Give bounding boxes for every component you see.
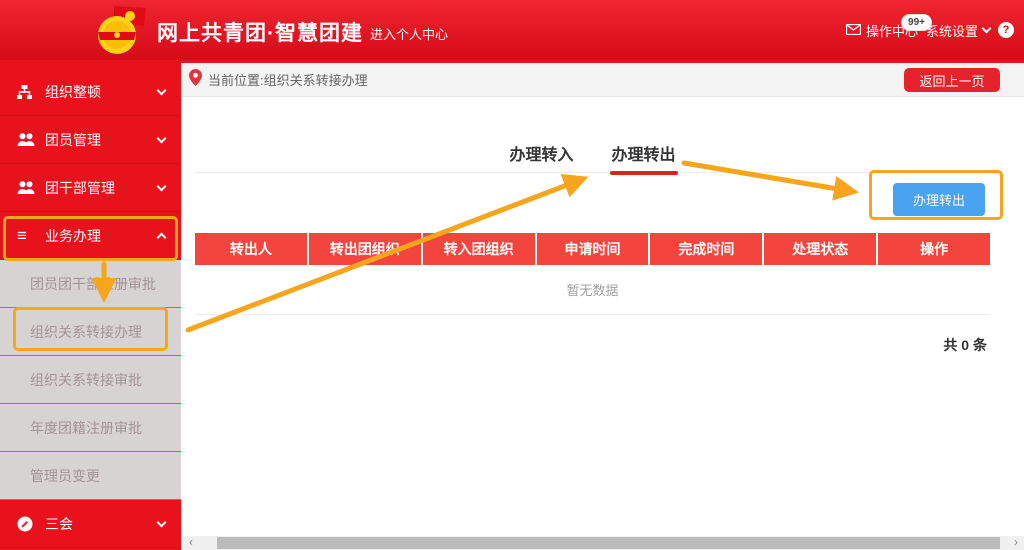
sidebar-item-label: 团员管理 (45, 130, 101, 150)
column-header: 申请时间 (537, 233, 651, 265)
transfer-out-button[interactable]: 办理转出 (893, 183, 985, 216)
league-emblem-logo (90, 4, 150, 58)
help-icon[interactable]: ? (998, 22, 1014, 38)
sidebar-item-cadre-management[interactable]: 团干部管理 (0, 164, 181, 212)
sidebar-item-business-handling[interactable]: ≡ 业务办理 (0, 212, 181, 260)
chevron-down-icon (157, 517, 167, 527)
top-header: 网上共青团·智慧团建 进入个人中心 操作中心 系统设置 ? 99+ (0, 0, 1024, 60)
tab-transfer-in[interactable]: 办理转入 (507, 135, 575, 172)
sidebar-subitem-relation-transfer-handle[interactable]: 组织关系转接办理 (0, 308, 181, 356)
empty-state: 暂无数据 (195, 265, 990, 315)
chevron-down-icon (157, 85, 167, 95)
column-header: 转出团组织 (309, 233, 423, 265)
sidebar-item-label: 三会 (45, 514, 73, 534)
sidebar-item-label: 组织整顿 (45, 82, 101, 102)
sidebar-subitem-admin-change[interactable]: 管理员变更 (0, 452, 181, 500)
sidebar-subitem-relation-transfer-approval[interactable]: 组织关系转接审批 (0, 356, 181, 404)
column-header: 操作 (878, 233, 990, 265)
app-title: 网上共青团·智慧团建 (157, 17, 363, 47)
location-pin-icon (189, 69, 202, 91)
horizontal-scrollbar[interactable]: ‹ › (183, 536, 1024, 550)
sidebar-subitem-annual-register-approval[interactable]: 年度团籍注册审批 (0, 404, 181, 452)
sidebar-item-label: 团干部管理 (45, 178, 115, 198)
menu-icon: ≡ (17, 229, 37, 243)
chevron-down-icon (157, 133, 167, 143)
transfer-panel: 办理转入 办理转出 办理转出 转出人 转出团组织 转入团组织 申请时间 完成时间… (195, 103, 990, 403)
app: 网上共青团·智慧团建 进入个人中心 操作中心 系统设置 ? 99+ 组织整顿 (0, 0, 1024, 550)
chevron-down-icon (157, 181, 167, 191)
sidebar: 组织整顿 团员管理 团干部管理 ≡ 业务办理 团员团干部注册审批 组织关系转接办… (0, 60, 181, 550)
back-button[interactable]: 返回上一页 (904, 68, 1000, 92)
column-header: 转入团组织 (423, 233, 537, 265)
column-header: 处理状态 (764, 233, 878, 265)
chevron-up-icon (157, 233, 167, 243)
personal-center-link[interactable]: 进入个人中心 (370, 24, 448, 43)
column-header: 完成时间 (650, 233, 764, 265)
users-icon (17, 133, 37, 146)
system-settings-label: 系统设置 (926, 21, 978, 40)
mail-icon (846, 23, 861, 38)
total-count: 共 0 条 (943, 335, 987, 355)
column-header: 转出人 (195, 233, 309, 265)
edit-circle-icon (17, 516, 37, 532)
system-settings-link[interactable]: 系统设置 (926, 21, 990, 40)
users-icon (17, 181, 37, 194)
scroll-left-arrow[interactable]: ‹ (183, 536, 199, 550)
tab-bar: 办理转入 办理转出 (195, 135, 990, 173)
business-submenu: 团员团干部注册审批 组织关系转接办理 组织关系转接审批 年度团籍注册审批 管理员… (0, 260, 181, 500)
sidebar-item-three-meetings[interactable]: 三会 (0, 500, 181, 548)
notification-badge: 99+ (901, 14, 932, 31)
sitemap-icon (17, 85, 37, 99)
sidebar-item-label: 业务办理 (45, 226, 101, 246)
chevron-down-icon (982, 24, 992, 34)
tab-transfer-out[interactable]: 办理转出 (610, 135, 678, 172)
sidebar-item-member-management[interactable]: 团员管理 (0, 116, 181, 164)
scroll-right-arrow[interactable]: › (1008, 536, 1024, 550)
sidebar-subitem-register-approval[interactable]: 团员团干部注册审批 (0, 260, 181, 308)
sidebar-item-org-rectification[interactable]: 组织整顿 (0, 68, 181, 116)
breadcrumb: 当前位置:组织关系转接办理 (208, 70, 368, 89)
main-content: 当前位置:组织关系转接办理 返回上一页 办理转入 办理转出 办理转出 转出人 转… (181, 60, 1024, 550)
scrollbar-thumb[interactable] (217, 537, 1000, 549)
breadcrumb-bar: 当前位置:组织关系转接办理 返回上一页 (181, 63, 1024, 97)
header-actions: 操作中心 系统设置 ? (846, 0, 1014, 60)
table-header-row: 转出人 转出团组织 转入团组织 申请时间 完成时间 处理状态 操作 (195, 233, 990, 265)
